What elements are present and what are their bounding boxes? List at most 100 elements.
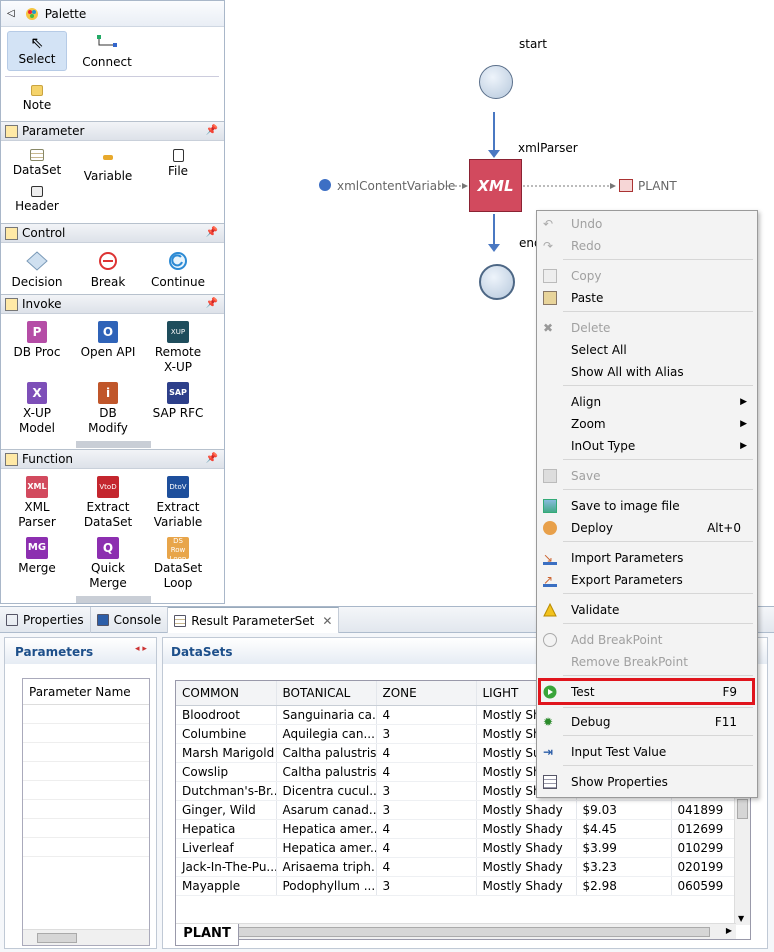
collapse-arrow-icon[interactable]: ◁	[7, 8, 15, 19]
column-header[interactable]: COMMON	[176, 681, 277, 706]
table-cell[interactable]: 3	[376, 724, 477, 744]
menu-undo[interactable]: ↶ Undo	[537, 213, 757, 235]
menu-select-all[interactable]: Select All	[537, 339, 757, 361]
menu-export-parameters[interactable]: ↗ Export Parameters	[537, 569, 757, 591]
sap-rfc-tool[interactable]: SAP SAP RFC	[144, 382, 212, 421]
column-header[interactable]: ZONE	[376, 681, 477, 706]
drawer-function[interactable]: Function 📌	[1, 449, 224, 469]
table-row[interactable]: Mayapple Podophyllum ... 3 Mostly Shady $2.9…	[176, 876, 737, 896]
table-cell[interactable]: 4	[376, 819, 477, 839]
table-cell[interactable]: Hepatica	[176, 819, 277, 839]
table-cell[interactable]: 060599	[671, 876, 737, 896]
pin-icon[interactable]: 📌	[206, 125, 218, 136]
note-tool[interactable]: Note	[3, 85, 71, 113]
menu-paste[interactable]: Paste	[537, 287, 757, 309]
xup-model-tool[interactable]: X X-UP Model	[3, 382, 71, 436]
table-cell[interactable]: 3	[376, 876, 477, 896]
table-row[interactable]: Liverleaf Hepatica amer... 4 Mostly Shady $3…	[176, 838, 737, 858]
menu-import-parameters[interactable]: ↘ Import Parameters	[537, 547, 757, 569]
pin-icon[interactable]: 📌	[206, 453, 218, 464]
table-cell[interactable]: Mostly Shady	[476, 876, 577, 896]
table-cell[interactable]: Cowslip	[176, 762, 277, 782]
db-modify-tool[interactable]: i DB Modify	[74, 382, 142, 436]
header-tool[interactable]: Header	[3, 186, 71, 214]
menu-add-breakpoint[interactable]: Add BreakPoint	[537, 629, 757, 651]
menu-remove-breakpoint[interactable]: Remove BreakPoint	[537, 651, 757, 673]
table-cell[interactable]: Aquilegia can...	[276, 724, 377, 744]
horizontal-scrollbar[interactable]	[23, 929, 149, 945]
menu-debug[interactable]: ✹ Debug F11	[537, 711, 757, 733]
continue-tool[interactable]: Continue	[144, 251, 212, 290]
table-cell[interactable]: $9.03	[576, 800, 672, 820]
table-cell[interactable]: 4	[376, 705, 477, 725]
table-cell[interactable]: Mostly Shady	[476, 819, 577, 839]
table-cell[interactable]: 041899	[671, 800, 737, 820]
dataset-tab-plant[interactable]: PLANT	[175, 924, 239, 946]
close-icon[interactable]: ✕	[322, 614, 332, 628]
open-api-tool[interactable]: O Open API	[74, 321, 142, 360]
menu-align[interactable]: Align ▶	[537, 391, 757, 413]
db-proc-tool[interactable]: P DB Proc	[3, 321, 71, 360]
tab-console[interactable]: Console	[91, 607, 169, 633]
table-row[interactable]: Hepatica Hepatica amer... 4 Mostly Shady $4.…	[176, 819, 737, 839]
table-cell[interactable]: Liverleaf	[176, 838, 277, 858]
pin-icon[interactable]: 📌	[206, 298, 218, 309]
table-cell[interactable]: 4	[376, 762, 477, 782]
decision-tool[interactable]: Decision	[3, 251, 71, 290]
scroll-down-handle[interactable]	[76, 441, 151, 448]
table-cell[interactable]: 4	[376, 838, 477, 858]
menu-show-all-alias[interactable]: Show All with Alias	[537, 361, 757, 383]
table-cell[interactable]: $2.98	[576, 876, 672, 896]
table-cell[interactable]: Mostly Shady	[476, 838, 577, 858]
pane-arrows-icon[interactable]: ◂ ▸	[135, 644, 147, 654]
table-cell[interactable]: 3	[376, 800, 477, 820]
table-cell[interactable]: Mostly Shady	[476, 857, 577, 877]
tab-result-parameterset[interactable]: Result ParameterSet ✕	[168, 607, 340, 633]
menu-validate[interactable]: Validate	[537, 599, 757, 621]
table-cell[interactable]: Columbine	[176, 724, 277, 744]
table-cell[interactable]: 010299	[671, 838, 737, 858]
menu-save-image[interactable]: Save to image file	[537, 495, 757, 517]
merge-tool[interactable]: MG Merge	[3, 537, 71, 576]
file-tool[interactable]: File	[144, 149, 212, 179]
dataset-tool[interactable]: DataSet	[3, 149, 71, 178]
horizontal-scrollbar[interactable]: ◀▶	[176, 923, 736, 939]
table-row[interactable]: Ginger, Wild Asarum canad... 3 Mostly Shady…	[176, 800, 737, 820]
pin-icon[interactable]: 📌	[206, 227, 218, 238]
table-cell[interactable]: 4	[376, 857, 477, 877]
remote-xup-tool[interactable]: XUP Remote X-UP	[144, 321, 212, 375]
menu-delete[interactable]: ✖ Delete	[537, 317, 757, 339]
quick-merge-tool[interactable]: Q Quick Merge	[74, 537, 142, 591]
table-cell[interactable]: Marsh Marigold	[176, 743, 277, 763]
end-node[interactable]	[479, 264, 515, 300]
input-variable-label[interactable]: xmlContentVariable	[337, 179, 455, 193]
table-cell[interactable]: $4.45	[576, 819, 672, 839]
column-header[interactable]: BOTANICAL	[276, 681, 377, 706]
scroll-down-handle[interactable]	[76, 596, 151, 603]
extract-dataset-tool[interactable]: VtoD Extract DataSet	[74, 476, 142, 530]
table-cell[interactable]: 4	[376, 743, 477, 763]
menu-deploy[interactable]: Deploy Alt+0	[537, 517, 757, 539]
table-cell[interactable]: $3.23	[576, 857, 672, 877]
connect-tool[interactable]: Connect	[73, 33, 141, 70]
select-tool[interactable]: ⇖ Select	[7, 31, 67, 71]
menu-input-test-value[interactable]: ⇥ Input Test Value	[537, 741, 757, 763]
parameter-table[interactable]: Parameter Name	[22, 678, 150, 946]
menu-zoom[interactable]: Zoom ▶	[537, 413, 757, 435]
menu-inout-type[interactable]: InOut Type ▶	[537, 435, 757, 457]
table-cell[interactable]: $3.99	[576, 838, 672, 858]
table-cell[interactable]: 3	[376, 781, 477, 801]
menu-redo[interactable]: ↷ Redo	[537, 235, 757, 257]
drawer-parameter[interactable]: Parameter 📌	[1, 121, 224, 141]
table-cell[interactable]: Dicentra cucul...	[276, 781, 377, 801]
table-cell[interactable]: Mayapple	[176, 876, 277, 896]
table-cell[interactable]: Podophyllum ...	[276, 876, 377, 896]
start-node[interactable]	[479, 65, 513, 99]
menu-show-properties[interactable]: Show Properties	[537, 771, 757, 793]
table-cell[interactable]: Arisaema triph...	[276, 857, 377, 877]
table-cell[interactable]: Hepatica amer...	[276, 819, 377, 839]
xml-parser-tool[interactable]: XML XML Parser	[3, 476, 71, 530]
table-cell[interactable]: Asarum canad...	[276, 800, 377, 820]
table-cell[interactable]: Bloodroot	[176, 705, 277, 725]
drawer-control[interactable]: Control 📌	[1, 223, 224, 243]
